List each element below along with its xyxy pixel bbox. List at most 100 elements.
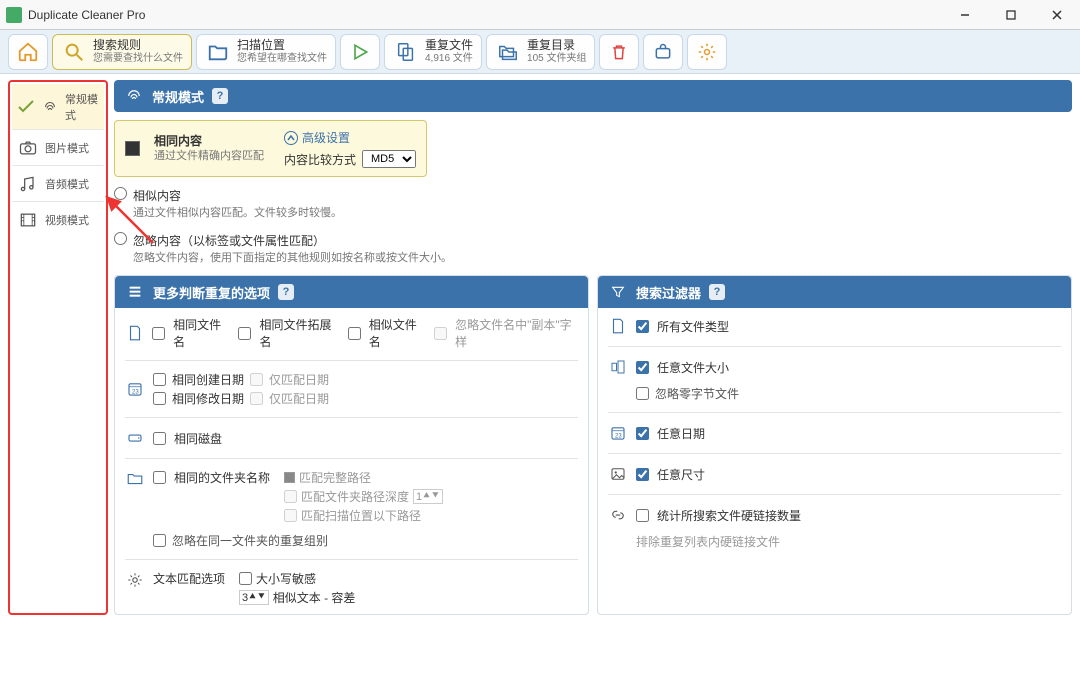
gear-icon — [125, 570, 145, 590]
svg-text:23: 23 — [615, 434, 622, 440]
search-rules-tab[interactable]: 搜索规则 您需要查找什么文件 — [52, 34, 192, 70]
compare-method-select[interactable]: MD5 — [362, 150, 416, 168]
minimize-button[interactable] — [942, 0, 988, 30]
advanced-settings-link[interactable]: 高级设置 — [284, 129, 416, 146]
match-below-scan-check — [284, 509, 297, 522]
app-icon — [6, 7, 22, 23]
duplicate-folders-count: 105 文件夹组 — [527, 53, 586, 64]
similar-content-radio[interactable] — [114, 187, 127, 200]
more-options-panel: 更多判断重复的选项 ? 相同文件名 相同文件拓展名 相似文件名 忽略文件名中"副… — [114, 275, 589, 615]
same-content-radio[interactable] — [125, 141, 140, 156]
all-types-check[interactable] — [636, 320, 649, 333]
list-icon — [125, 282, 145, 302]
mode-regular[interactable]: 常规模式 — [12, 84, 104, 130]
magnifier-icon — [61, 39, 87, 65]
folder-icon — [205, 39, 231, 65]
duplicate-files-tab[interactable]: 重复文件 4,916 文件 — [384, 34, 482, 70]
funnel-icon — [608, 282, 628, 302]
close-button[interactable] — [1034, 0, 1080, 30]
svg-text:23: 23 — [132, 390, 139, 396]
calendar-icon: 23 — [125, 379, 145, 399]
mode-image[interactable]: 图片模式 — [12, 130, 104, 166]
checkmark-icon — [17, 96, 35, 118]
maximize-button[interactable] — [988, 0, 1034, 30]
film-icon — [17, 209, 39, 231]
similar-content-desc: 通过文件相似内容匹配。文件较多时较慢。 — [133, 204, 342, 220]
any-date-check[interactable] — [636, 427, 649, 440]
similar-filename-check[interactable] — [348, 327, 361, 340]
match-full-path-check — [284, 472, 295, 483]
start-scan-button[interactable] — [340, 34, 380, 70]
any-dimension-check[interactable] — [636, 468, 649, 481]
ignore-content-desc: 忽略文件内容，使用下面指定的其他规则如按名称或按文件大小。 — [133, 249, 452, 265]
mode-video-label: 视频模式 — [45, 212, 89, 228]
fingerprint-icon — [41, 96, 59, 118]
ignore-copy-suffix-check — [434, 327, 447, 340]
camera-icon — [17, 137, 39, 159]
duplicate-files-count: 4,916 文件 — [425, 53, 473, 64]
search-filters-panel: 搜索过滤器 ? 所有文件类型 任意文件大小 忽略零字节文件 — [597, 275, 1072, 615]
duplicate-folders-label: 重复目录 — [527, 39, 586, 52]
search-rules-sub: 您需要查找什么文件 — [93, 53, 183, 64]
same-filename-check[interactable] — [152, 327, 165, 340]
toolbox-icon — [650, 39, 676, 65]
gear-icon — [694, 39, 720, 65]
help-icon[interactable]: ? — [212, 88, 228, 104]
compare-method-label: 内容比较方式 — [284, 151, 356, 168]
mode-image-label: 图片模式 — [45, 140, 89, 156]
folder-icon — [125, 469, 145, 489]
same-folder-name-check[interactable] — [153, 471, 166, 484]
ignore-content-title: 忽略内容（以标签或文件属性匹配） — [133, 232, 452, 249]
home-button[interactable] — [8, 34, 48, 70]
duplicate-folders-icon — [495, 39, 521, 65]
fingerprint-icon — [124, 86, 144, 106]
regular-mode-title: 常规模式 — [152, 87, 204, 106]
help-icon[interactable]: ? — [709, 284, 725, 300]
tools-button[interactable] — [643, 34, 683, 70]
same-modified-date-check[interactable] — [153, 392, 166, 405]
search-rules-label: 搜索规则 — [93, 39, 183, 52]
mode-regular-label: 常规模式 — [65, 91, 99, 123]
same-content-title: 相同内容 — [154, 134, 264, 150]
duplicate-files-icon — [393, 39, 419, 65]
image-icon — [608, 464, 628, 484]
ignore-same-folder-dup-check[interactable] — [153, 534, 166, 547]
same-content-box: 相同内容 通过文件精确内容匹配 高级设置 内容比较方式 MD5 — [114, 120, 427, 177]
delete-button[interactable] — [599, 34, 639, 70]
ignore-zero-byte-check[interactable] — [636, 387, 649, 400]
case-sensitive-check[interactable] — [239, 572, 252, 585]
music-icon — [17, 173, 39, 195]
scan-locations-sub: 您希望在哪查找文件 — [237, 53, 327, 64]
size-icon — [608, 357, 628, 377]
file-icon — [608, 316, 628, 336]
scan-locations-label: 扫描位置 — [237, 39, 327, 52]
same-created-date-check[interactable] — [153, 373, 166, 386]
mode-video[interactable]: 视频模式 — [12, 202, 104, 237]
depth-spinner[interactable]: 1 ⯅⯆ — [413, 489, 443, 504]
calendar-icon: 23 — [608, 423, 628, 443]
more-options-title: 更多判断重复的选项 — [153, 283, 270, 302]
only-date2-check — [250, 392, 263, 405]
duplicate-folders-tab[interactable]: 重复目录 105 文件夹组 — [486, 34, 595, 70]
mode-audio[interactable]: 音频模式 — [12, 166, 104, 202]
home-icon — [15, 39, 41, 65]
similar-content-title: 相似内容 — [133, 187, 342, 204]
count-hardlinks-check[interactable] — [636, 509, 649, 522]
search-filters-title: 搜索过滤器 — [636, 283, 701, 302]
mode-sidebar: 常规模式 图片模式 音频模式 视频模式 — [8, 80, 108, 615]
filename-icon — [125, 323, 144, 343]
play-icon — [347, 39, 373, 65]
chevron-up-icon — [284, 131, 298, 145]
match-depth-check — [284, 490, 297, 503]
mode-audio-label: 音频模式 — [45, 176, 89, 192]
help-icon[interactable]: ? — [278, 284, 294, 300]
drive-icon — [125, 428, 145, 448]
ignore-content-radio[interactable] — [114, 232, 127, 245]
any-size-check[interactable] — [636, 361, 649, 374]
settings-button[interactable] — [687, 34, 727, 70]
same-extension-check[interactable] — [238, 327, 251, 340]
window-title: Duplicate Cleaner Pro — [28, 8, 942, 22]
tolerant-spinner[interactable]: 3 ⯅⯆ — [239, 590, 269, 605]
scan-locations-tab[interactable]: 扫描位置 您希望在哪查找文件 — [196, 34, 336, 70]
same-drive-check[interactable] — [153, 432, 166, 445]
